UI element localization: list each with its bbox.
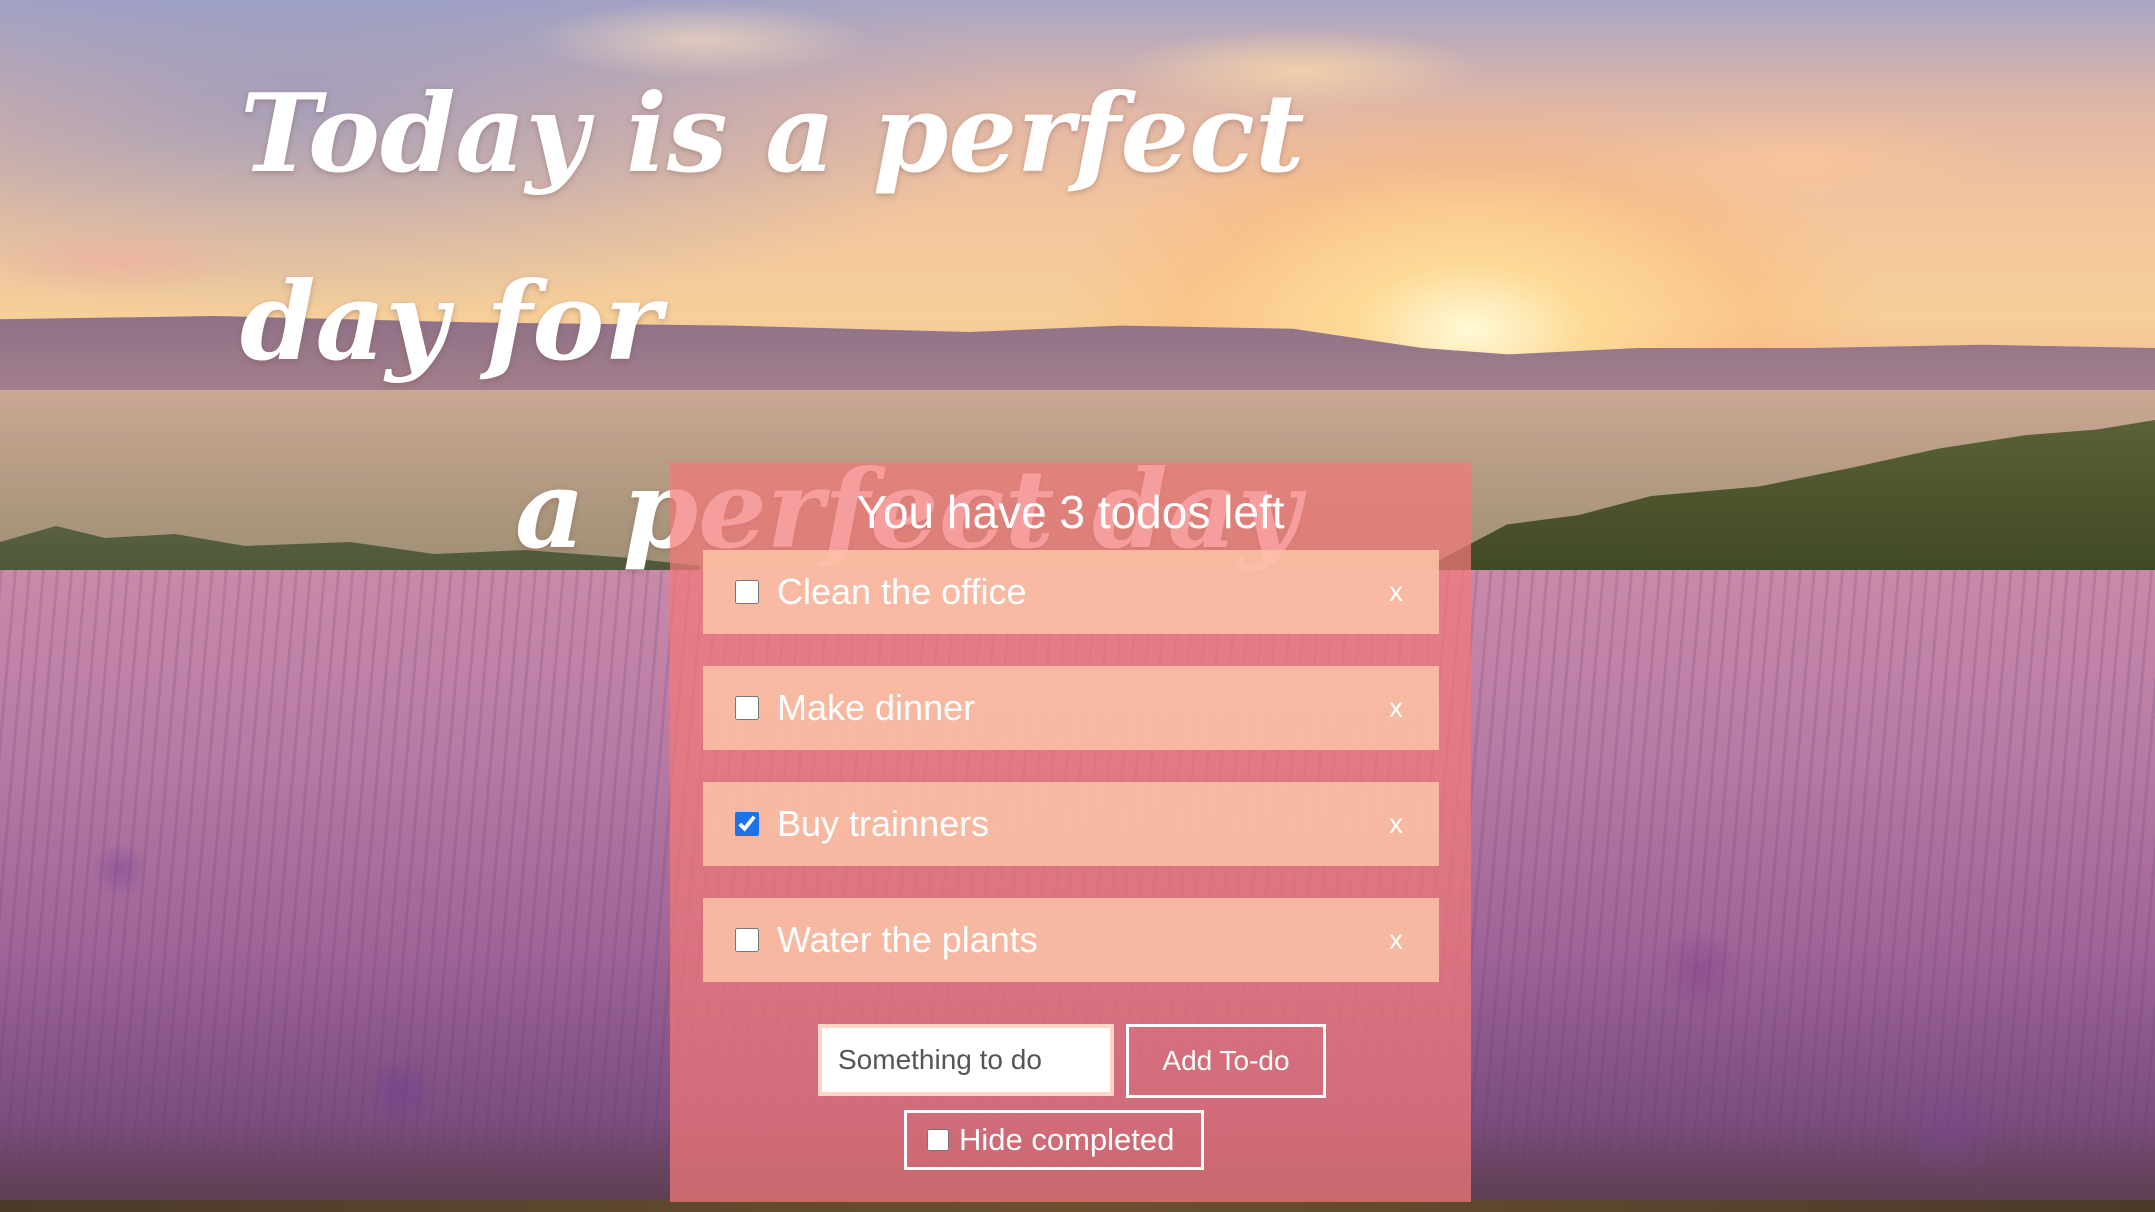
delete-todo-button[interactable]: x xyxy=(1381,804,1411,844)
todo-label: Make dinner xyxy=(777,687,976,728)
todo-panel: You have 3 todos left Clean the office x… xyxy=(670,462,1471,1202)
delete-todo-button[interactable]: x xyxy=(1381,920,1411,960)
todo-checkbox[interactable] xyxy=(735,696,759,720)
todos-left-title: You have 3 todos left xyxy=(856,486,1285,538)
todo-checkbox[interactable] xyxy=(735,928,759,952)
todo-item: Buy trainners x xyxy=(703,782,1439,866)
delete-todo-button[interactable]: x xyxy=(1381,688,1411,728)
todo-label: Buy trainners xyxy=(777,803,990,844)
todo-list: Clean the office x Make dinner x Buy tra… xyxy=(703,550,1439,1014)
headline-line-1: Today is a perfect day for xyxy=(240,71,1305,385)
todo-checkbox[interactable] xyxy=(735,812,759,836)
hide-completed-label: Hide completed xyxy=(959,1122,1175,1157)
hide-completed-toggle[interactable]: Hide completed xyxy=(904,1110,1204,1170)
todo-label: Clean the office xyxy=(777,571,1027,612)
todo-checkbox[interactable] xyxy=(735,580,759,604)
delete-todo-button[interactable]: x xyxy=(1381,572,1411,612)
todo-label: Water the plants xyxy=(777,919,1038,960)
todo-item: Clean the office x xyxy=(703,550,1439,634)
todo-item: Water the plants x xyxy=(703,898,1439,982)
hide-completed-checkbox[interactable] xyxy=(927,1129,949,1151)
new-todo-input[interactable] xyxy=(818,1024,1114,1096)
todo-item: Make dinner x xyxy=(703,666,1439,750)
add-todo-form: Add To-do xyxy=(670,1024,1471,1100)
add-todo-button[interactable]: Add To-do xyxy=(1126,1024,1326,1098)
